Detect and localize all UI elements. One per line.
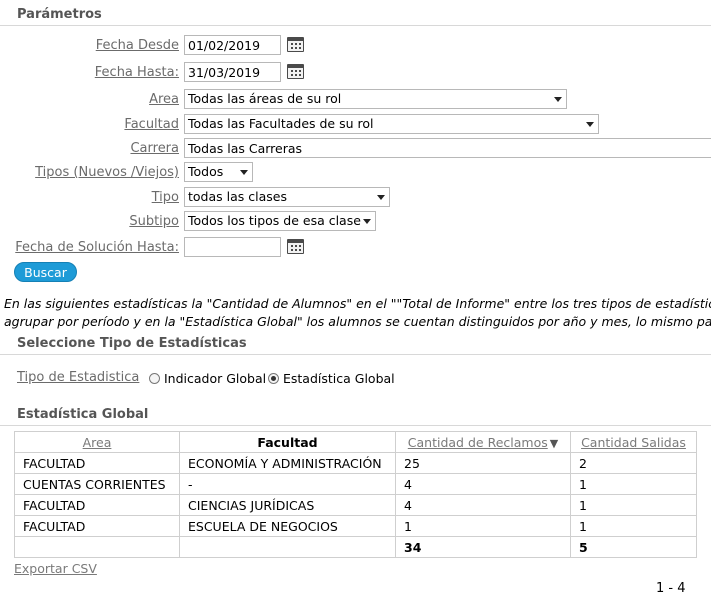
column-header-cantidad-salidas[interactable]: Cantidad Salidas xyxy=(570,431,697,453)
tipo-row: Tipo todas las clases xyxy=(0,187,711,209)
tipo-select[interactable]: todas las clases xyxy=(184,187,390,207)
table-row: FACULTAD ECONOMÍA Y ADMINISTRACIÓN 25 2 xyxy=(14,452,697,474)
table-cell: 4 xyxy=(395,473,571,495)
fecha-desde-row: Fecha Desde 01/02/2019 xyxy=(0,35,711,57)
estadistica-global-section-title: Estadística Global xyxy=(0,403,711,426)
table-cell: CIENCIAS JURÍDICAS xyxy=(179,494,396,516)
fecha-hasta-label[interactable]: Fecha Hasta: xyxy=(95,65,179,80)
area-select[interactable]: Todas las áreas de su rol xyxy=(184,89,567,109)
parametros-section-title: Parámetros xyxy=(0,3,711,26)
subtipo-label[interactable]: Subtipo xyxy=(129,214,179,229)
facultad-row: Facultad Todas las Facultades de su rol xyxy=(0,114,711,136)
table-cell: 2 xyxy=(570,452,697,474)
table-cell: CUENTAS CORRIENTES xyxy=(14,473,180,495)
tipos-select-value: Todos xyxy=(188,164,224,179)
table-cell: 1 xyxy=(570,473,697,495)
info-text-line-1: En las siguientes estadísticas la "Canti… xyxy=(4,296,711,311)
subtipo-select-value: Todos los tipos de esa clase xyxy=(188,213,361,228)
info-text-line-2: agrupar por período y en la "Estadística… xyxy=(4,314,711,329)
tipo-select-value: todas las clases xyxy=(188,189,287,204)
area-label[interactable]: Area xyxy=(149,92,179,107)
radio-estadistica-global-label: Estadística Global xyxy=(282,371,395,386)
fecha-solucion-label[interactable]: Fecha de Solución Hasta: xyxy=(15,240,179,255)
totals-cell: 5 xyxy=(570,536,697,558)
tipos-label[interactable]: Tipos (Nuevos /Viejos) xyxy=(35,165,179,180)
totals-cell xyxy=(179,536,396,558)
calendar-icon[interactable] xyxy=(287,64,304,79)
chevron-down-icon xyxy=(586,122,594,127)
table-cell: FACULTAD xyxy=(14,515,180,537)
table-row: FACULTAD ESCUELA DE NEGOCIOS 1 1 xyxy=(14,515,697,537)
table-cell: FACULTAD xyxy=(14,494,180,516)
fecha-hasta-row: Fecha Hasta: 31/03/2019 xyxy=(0,62,711,84)
calendar-icon[interactable] xyxy=(287,239,304,254)
column-header-area[interactable]: Area xyxy=(14,431,180,453)
estadistica-global-table: Area Facultad Cantidad de Reclamos ▼ Cant… xyxy=(14,431,697,558)
tipos-row: Tipos (Nuevos /Viejos) Todos xyxy=(0,162,711,184)
table-row: CUENTAS CORRIENTES - 4 1 xyxy=(14,473,697,495)
radio-estadistica-global-button[interactable] xyxy=(268,373,279,384)
radio-estadistica-global[interactable]: Estadística Global xyxy=(268,371,395,386)
carrera-label[interactable]: Carrera xyxy=(130,141,179,156)
table-cell: 25 xyxy=(395,452,571,474)
table-cell: 4 xyxy=(395,494,571,516)
table-cell: 1 xyxy=(570,515,697,537)
table-cell: FACULTAD xyxy=(14,452,180,474)
table-row: FACULTAD CIENCIAS JURÍDICAS 4 1 xyxy=(14,494,697,516)
chevron-down-icon xyxy=(554,97,562,102)
column-header-facultad: Facultad xyxy=(179,431,396,453)
tipo-label[interactable]: Tipo xyxy=(152,190,179,205)
fecha-desde-label[interactable]: Fecha Desde xyxy=(96,38,179,53)
radio-indicador-global[interactable]: Indicador Global xyxy=(149,371,266,386)
column-header-cantidad-reclamos[interactable]: Cantidad de Reclamos ▼ xyxy=(395,431,571,453)
buscar-button[interactable]: Buscar xyxy=(14,262,77,282)
fecha-desde-input[interactable]: 01/02/2019 xyxy=(184,35,281,55)
subtipo-select[interactable]: Todos los tipos de esa clase xyxy=(184,211,376,231)
table-cell: ECONOMÍA Y ADMINISTRACIÓN xyxy=(179,452,396,474)
chevron-down-icon xyxy=(363,219,371,224)
chevron-down-icon xyxy=(377,195,385,200)
area-row: Area Todas las áreas de su rol xyxy=(0,89,711,111)
column-header-cantidad-reclamos-label: Cantidad de Reclamos xyxy=(407,434,548,450)
tipo-estadisticas-section-title: Seleccione Tipo de Estadísticas xyxy=(0,332,711,355)
totals-row: 34 5 xyxy=(14,536,697,558)
facultad-label[interactable]: Facultad xyxy=(124,117,179,132)
tipo-estadistica-label[interactable]: Tipo de Estadistica xyxy=(17,370,139,385)
tipos-select[interactable]: Todos xyxy=(184,162,253,182)
radio-indicador-global-label: Indicador Global xyxy=(163,371,267,386)
tipo-estadistica-row: Tipo de Estadistica Indicador Global Est… xyxy=(0,368,711,390)
totals-cell xyxy=(14,536,180,558)
sort-down-icon: ▼ xyxy=(549,436,559,450)
table-cell: 1 xyxy=(570,494,697,516)
radio-indicador-global-button[interactable] xyxy=(149,373,160,384)
facultad-select-value: Todas las Facultades de su rol xyxy=(188,116,374,131)
totals-cell: 34 xyxy=(395,536,571,558)
area-select-value: Todas las áreas de su rol xyxy=(188,91,342,106)
carrera-input[interactable]: Todas las Carreras xyxy=(184,138,711,158)
table-cell: 1 xyxy=(395,515,571,537)
table-header-row: Area Facultad Cantidad de Reclamos ▼ Cant… xyxy=(14,431,697,453)
pager-range: 1 - 4 xyxy=(656,581,686,596)
carrera-row: Carrera Todas las Carreras xyxy=(0,138,711,160)
chevron-down-icon xyxy=(240,170,248,175)
table-cell: - xyxy=(179,473,396,495)
exportar-csv-link[interactable]: Exportar CSV xyxy=(14,561,97,576)
calendar-icon[interactable] xyxy=(287,37,304,52)
fecha-hasta-input[interactable]: 31/03/2019 xyxy=(184,62,281,82)
subtipo-row: Subtipo Todos los tipos de esa clase xyxy=(0,211,711,233)
facultad-select[interactable]: Todas las Facultades de su rol xyxy=(184,114,599,134)
table-cell: ESCUELA DE NEGOCIOS xyxy=(179,515,396,537)
fecha-solucion-row: Fecha de Solución Hasta: xyxy=(0,237,711,259)
fecha-solucion-input[interactable] xyxy=(184,237,281,257)
